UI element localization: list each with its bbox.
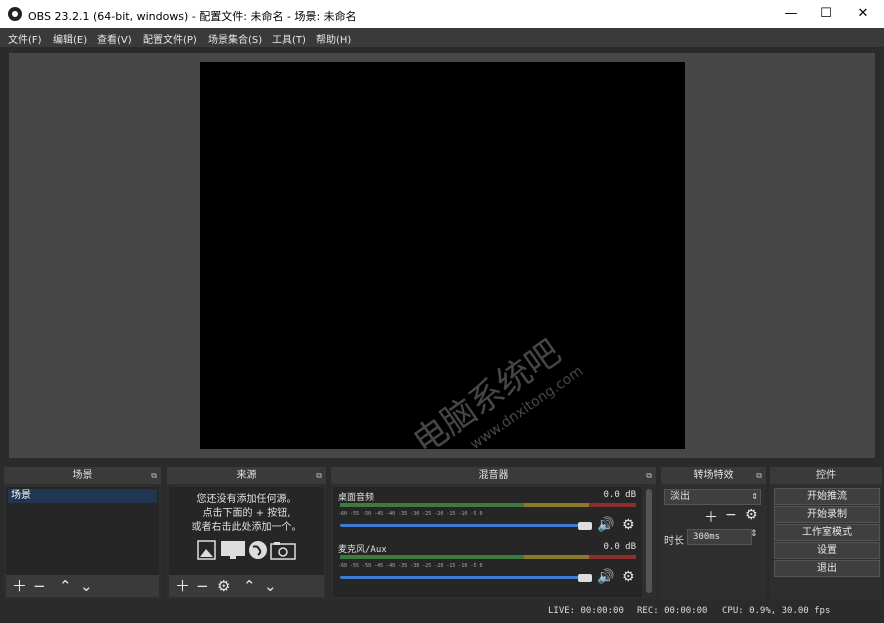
volume-meter (340, 555, 636, 559)
channel-level: 0.0 dB (603, 542, 636, 552)
float-icon[interactable]: ⧉ (756, 467, 762, 484)
menu-bar: 文件(F) 编辑(E) 查看(V) 配置文件(P) 场景集合(S) 工具(T) … (0, 28, 884, 47)
status-cpu: CPU: 0.9%, 30.00 fps (722, 606, 831, 616)
menu-edit[interactable]: 编辑(E) (53, 31, 87, 46)
add-source-icon[interactable]: ＋ (175, 576, 190, 596)
display-source-icon (221, 541, 245, 559)
image-source-icon (197, 540, 216, 560)
add-transition-icon[interactable]: ＋ (704, 507, 718, 527)
move-up-icon[interactable]: ⌃ (243, 576, 256, 596)
menu-scene-collection[interactable]: 场景集合(S) (208, 31, 262, 46)
window-title: OBS 23.2.1 (64-bit, windows) - 配置文件: 未命名… (28, 10, 357, 23)
volume-meter (340, 503, 636, 507)
volume-slider-handle[interactable] (578, 574, 592, 582)
source-type-icons (197, 540, 296, 560)
camera-source-icon (270, 542, 296, 560)
scenes-dock-title: 场景 (72, 470, 93, 481)
speaker-icon[interactable]: 🔊 (597, 517, 614, 533)
sources-dock-title: 来源 (236, 470, 257, 481)
channel-name: 桌面音频 (338, 493, 375, 503)
obs-logo-icon (8, 7, 22, 21)
mixer-body: 桌面音频 0.0 dB -60 -55 -50 -45 -40 -35 -30 … (333, 487, 642, 597)
start-streaming-button[interactable]: 开始推流 (774, 488, 880, 505)
mixer-dock: 混音器 ⧉ 桌面音频 0.0 dB -60 -55 -50 -45 -40 -35… (331, 467, 656, 599)
minimize-button[interactable]: — (774, 0, 808, 28)
sources-dock: 来源 ⧉ 您还没有添加任何源。 点击下面的 + 按钮, 或者右击此处添加一个。 ＋… (167, 467, 326, 599)
controls-dock: 控件 开始推流 开始录制 工作室模式 设置 退出 (770, 467, 882, 599)
hint-line: 或者右击此处添加一个。 (191, 522, 302, 533)
meter-ticks: -60 -55 -50 -45 -40 -35 -30 -25 -20 -15 … (338, 511, 483, 517)
volume-slider[interactable] (340, 524, 580, 527)
settings-button[interactable]: 设置 (774, 542, 880, 559)
menu-profile[interactable]: 配置文件(P) (143, 31, 197, 46)
volume-slider-handle[interactable] (578, 522, 592, 530)
chevron-updown-icon: ⇕ (751, 492, 758, 501)
move-down-icon[interactable]: ⌄ (80, 576, 93, 596)
scene-item[interactable]: 场景 (8, 489, 157, 503)
menu-view[interactable]: 查看(V) (97, 31, 132, 46)
move-up-icon[interactable]: ⌃ (59, 576, 72, 596)
sources-empty-hint: 您还没有添加任何源。 点击下面的 + 按钮, 或者右击此处添加一个。 (169, 493, 324, 535)
menu-help[interactable]: 帮助(H) (316, 31, 351, 46)
hint-line: 您还没有添加任何源。 (196, 494, 297, 505)
scenes-toolbar: ＋ − ⌃ ⌄ (6, 575, 159, 597)
remove-transition-icon[interactable]: − (725, 507, 737, 523)
volume-slider[interactable] (340, 576, 580, 579)
float-icon[interactable]: ⧉ (151, 467, 157, 484)
transition-select[interactable]: 淡出 ⇕ (664, 489, 761, 505)
float-icon[interactable]: ⧉ (646, 467, 652, 484)
duration-label: 时长 (664, 536, 684, 547)
scenes-list[interactable]: 场景 ＋ − ⌃ ⌄ (6, 487, 159, 597)
scenes-dock: 场景 ⧉ 场景 ＋ − ⌃ ⌄ (4, 467, 161, 599)
duration-input[interactable]: 300ms (687, 529, 752, 545)
title-bar: OBS 23.2.1 (64-bit, windows) - 配置文件: 未命名… (0, 0, 884, 28)
spinbox-arrows-icon[interactable]: ⇕ (750, 529, 758, 539)
menu-file[interactable]: 文件(F) (8, 31, 42, 46)
sources-toolbar: ＋ − ⚙ ⌃ ⌄ (169, 575, 324, 597)
menu-tools[interactable]: 工具(T) (272, 31, 306, 46)
mixer-scrollbar[interactable] (646, 489, 652, 593)
close-button[interactable]: ✕ (846, 0, 880, 28)
gear-icon[interactable]: ⚙ (745, 507, 758, 523)
status-rec: REC: 00:00:00 (637, 606, 708, 616)
hint-line: 点击下面的 + 按钮, (202, 508, 291, 519)
gear-icon[interactable]: ⚙ (622, 517, 635, 533)
remove-source-icon[interactable]: − (196, 576, 209, 596)
meter-ticks: -60 -55 -50 -45 -40 -35 -30 -25 -20 -15 … (338, 563, 483, 569)
transition-selected: 淡出 (670, 491, 690, 502)
gear-icon[interactable]: ⚙ (217, 576, 230, 596)
channel-name: 麦克风/Aux (338, 545, 387, 555)
status-live: LIVE: 00:00:00 (548, 606, 624, 616)
transitions-dock: 转场特效 ⧉ 淡出 ⇕ ＋ − ⚙ 时长 300ms ⇕ (661, 467, 766, 599)
browser-source-icon (249, 541, 267, 559)
float-icon[interactable]: ⧉ (316, 467, 322, 484)
controls-dock-title: 控件 (816, 470, 836, 481)
channel-level: 0.0 dB (603, 490, 636, 500)
preview-canvas[interactable] (200, 62, 685, 449)
transitions-dock-title: 转场特效 (693, 470, 734, 481)
add-scene-icon[interactable]: ＋ (12, 576, 27, 596)
start-recording-button[interactable]: 开始录制 (774, 506, 880, 523)
mixer-dock-title: 混音器 (478, 470, 509, 481)
sources-list[interactable]: 您还没有添加任何源。 点击下面的 + 按钮, 或者右击此处添加一个。 ＋ − ⚙… (169, 487, 324, 597)
gear-icon[interactable]: ⚙ (622, 569, 635, 585)
maximize-button[interactable]: ☐ (809, 0, 843, 28)
speaker-icon[interactable]: 🔊 (597, 569, 614, 585)
remove-scene-icon[interactable]: − (33, 576, 46, 596)
move-down-icon[interactable]: ⌄ (264, 576, 277, 596)
exit-button[interactable]: 退出 (774, 560, 880, 577)
studio-mode-button[interactable]: 工作室模式 (774, 524, 880, 541)
